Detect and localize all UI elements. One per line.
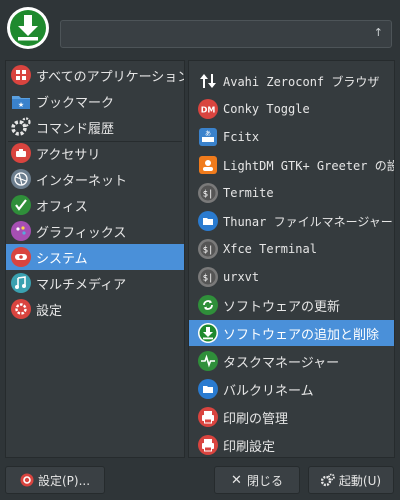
close-icon: ✕ xyxy=(231,472,242,488)
search-input[interactable] xyxy=(61,21,361,47)
category-item-label: コマンド履歴 xyxy=(36,121,115,137)
settings-gear-icon xyxy=(10,298,32,320)
application-item[interactable]: タスクマネージャー xyxy=(189,348,394,374)
category-item[interactable]: ★ ブックマーク xyxy=(6,88,184,114)
category-item-label: グラフィックス xyxy=(36,225,127,241)
category-list: すべてのアプリケーション ★ ブックマーク コマンド履歴 アクセサリインターネット オフィ… xyxy=(5,60,185,458)
application-item[interactable]: $| Termite xyxy=(189,180,394,206)
category-item[interactable]: すべてのアプリケーション xyxy=(6,62,184,88)
application-item[interactable]: $| urxvt xyxy=(189,264,394,290)
launch-button[interactable]: 起動(U) xyxy=(308,466,394,494)
terminal-icon: $| xyxy=(197,238,219,260)
launch-button-label: 起動(U) xyxy=(338,473,382,488)
fcitx-keyboard-icon: あ xyxy=(197,126,219,148)
application-item-label: LightDM GTK+ Greeter の設定 xyxy=(223,158,394,173)
application-item[interactable]: LightDM GTK+ Greeter の設定 xyxy=(189,152,394,178)
category-item-label: システム xyxy=(36,251,88,267)
category-scrollbar[interactable] xyxy=(184,60,187,458)
application-item[interactable]: Avahi Zeroconf ブラウザ xyxy=(189,68,394,94)
clear-arrow-icon[interactable]: ↑ xyxy=(374,26,383,39)
application-item-label: Fcitx xyxy=(223,130,260,144)
settings-gear-icon xyxy=(20,473,34,487)
category-item[interactable]: 設定 xyxy=(6,296,184,322)
category-item-label: アクセサリ xyxy=(36,147,101,163)
install-logo-icon xyxy=(7,7,49,49)
application-item[interactable]: バルクリネーム xyxy=(189,376,394,402)
conky-icon: DM xyxy=(197,98,219,120)
task-pulse-icon xyxy=(197,350,219,372)
application-item[interactable]: Thunar ファイルマネージャー xyxy=(189,208,394,234)
application-item-label: Termite xyxy=(223,186,274,200)
category-item[interactable]: コマンド履歴 xyxy=(6,114,184,140)
application-item[interactable]: 印刷の管理 xyxy=(189,404,394,430)
updown-arrows-icon xyxy=(197,70,219,92)
folder-icon xyxy=(197,210,219,232)
application-list: Avahi Zeroconf ブラウザ DM Conky Toggle あ Fcitx L… xyxy=(188,60,395,458)
lightdm-user-icon xyxy=(197,154,219,176)
category-item-label: ブックマーク xyxy=(36,95,115,111)
application-item-label: Conky Toggle xyxy=(223,102,310,116)
search-box[interactable]: ↑ xyxy=(60,20,392,48)
category-item-label: マルチメディア xyxy=(36,277,127,293)
application-item[interactable]: ソフトウェアの更新 xyxy=(189,292,394,318)
application-item-label: Thunar ファイルマネージャー xyxy=(223,214,393,229)
category-item[interactable]: システム xyxy=(6,244,184,270)
application-item-label: ソフトウェアの追加と削除 xyxy=(223,327,380,343)
download-install-icon xyxy=(197,322,219,344)
application-item-label: 印刷設定 xyxy=(223,439,276,455)
category-item-label: オフィス xyxy=(36,199,88,215)
gears-icon xyxy=(320,473,335,487)
svg-text:あ: あ xyxy=(205,131,211,138)
graphics-palette-icon xyxy=(10,220,32,242)
system-icon xyxy=(10,246,32,268)
accessories-icon xyxy=(10,142,32,164)
terminal-icon: $| xyxy=(197,182,219,204)
category-item-label: すべてのアプリケーション xyxy=(36,69,184,85)
grid-apps-icon xyxy=(10,64,32,86)
category-item[interactable]: アクセサリ xyxy=(6,140,184,166)
printer-icon xyxy=(197,434,219,456)
category-item[interactable]: オフィス xyxy=(6,192,184,218)
list-separator xyxy=(8,141,182,142)
multimedia-icon xyxy=(10,272,32,294)
application-item-label: バルクリネーム xyxy=(223,383,314,399)
application-item[interactable]: DM Conky Toggle xyxy=(189,96,394,122)
application-item-label: タスクマネージャー xyxy=(223,355,340,371)
gears-history-icon xyxy=(10,116,32,138)
svg-text:$|: $| xyxy=(203,246,214,256)
folder-icon xyxy=(197,378,219,400)
svg-text:$|: $| xyxy=(203,274,214,284)
application-item-label: Xfce Terminal xyxy=(223,242,317,256)
terminal-icon: $| xyxy=(197,266,219,288)
internet-globe-icon xyxy=(10,168,32,190)
printer-icon xyxy=(197,406,219,428)
application-item-label: ソフトウェアの更新 xyxy=(223,299,341,315)
application-item[interactable]: ソフトウェアの追加と削除 xyxy=(189,320,394,346)
svg-text:★: ★ xyxy=(18,101,24,109)
close-button-label: 閉じる xyxy=(246,473,283,488)
application-item-label: 印刷の管理 xyxy=(223,411,289,427)
svg-text:$|: $| xyxy=(203,190,214,200)
close-button[interactable]: ✕ 閉じる xyxy=(214,466,300,494)
office-check-icon xyxy=(10,194,32,216)
category-item[interactable]: グラフィックス xyxy=(6,218,184,244)
category-item-label: 設定 xyxy=(36,303,63,319)
settings-button-label: 設定(P)... xyxy=(37,473,91,488)
category-item[interactable]: マルチメディア xyxy=(6,270,184,296)
bookmark-folder-icon: ★ xyxy=(10,90,32,112)
application-item[interactable]: 印刷設定 xyxy=(189,432,394,457)
category-item-label: インターネット xyxy=(36,173,128,189)
application-item-label: urxvt xyxy=(223,270,260,284)
settings-button[interactable]: 設定(P)... xyxy=(5,466,105,494)
category-item[interactable]: インターネット xyxy=(6,166,184,192)
application-item[interactable]: あ Fcitx xyxy=(189,124,394,150)
svg-text:DM: DM xyxy=(201,106,216,115)
update-refresh-icon xyxy=(197,294,219,316)
application-item[interactable]: $| Xfce Terminal xyxy=(189,236,394,262)
application-item-label: Avahi Zeroconf ブラウザ xyxy=(223,74,380,89)
